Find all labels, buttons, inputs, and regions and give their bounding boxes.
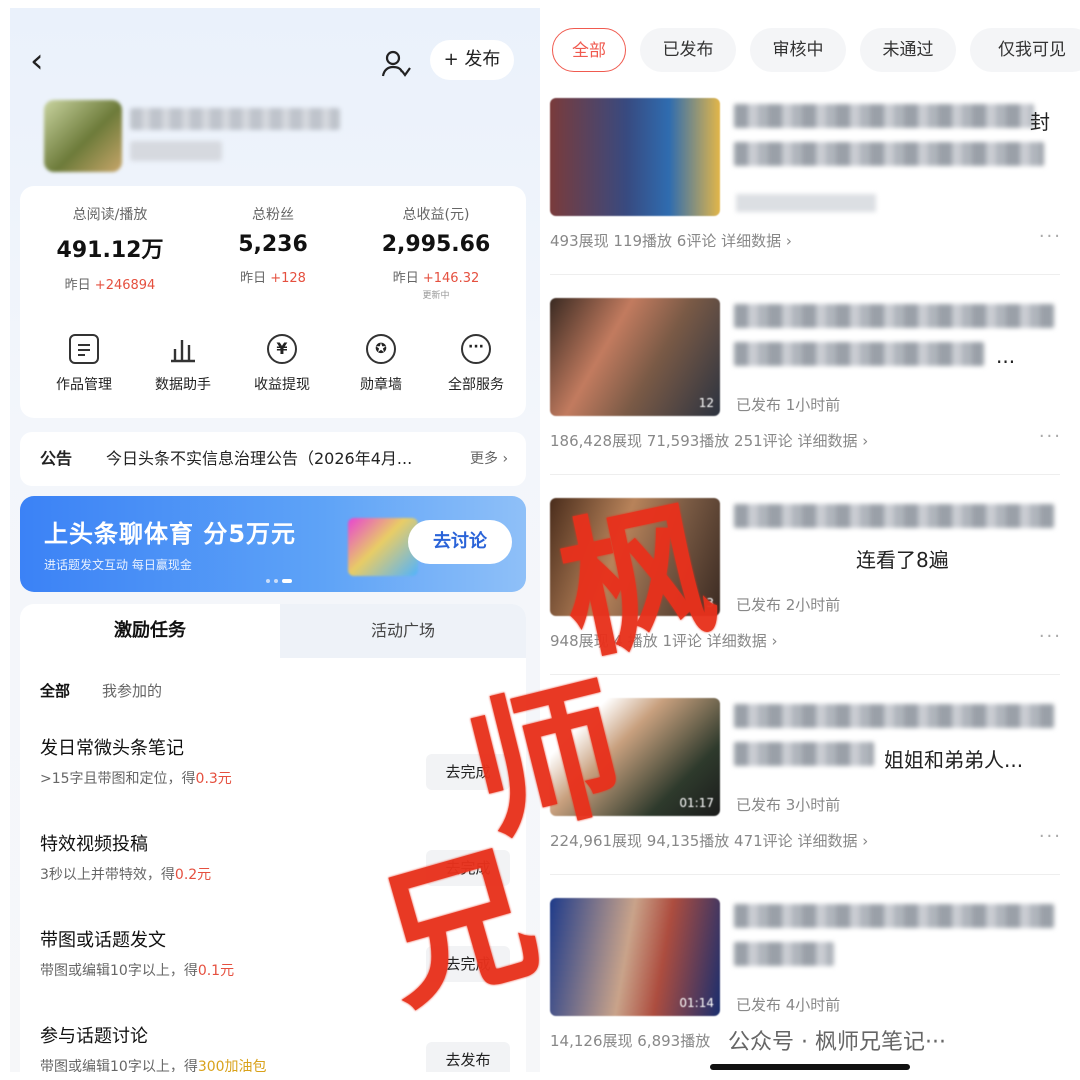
work-thumbnail[interactable]: 01:14 [550,898,720,1016]
user-id-blurred [130,141,222,161]
user-settings-icon[interactable] [378,46,414,82]
menu-data-assistant[interactable]: 数据助手 [133,334,233,394]
stat-total-reads[interactable]: 总阅读/播放 491.12万 昨日 +246894 [30,204,190,293]
work-title-blurred: ... [734,304,1059,368]
work-status: 已发布 4小时前 [736,996,841,1014]
menu-label: 收益提现 [254,377,310,393]
tab-rejected[interactable]: 未通过 [860,28,956,72]
carousel-dots [266,579,292,583]
yuan-icon: ¥ [267,334,297,364]
watermark-text: 公众号 · 枫师兄笔记··· [728,1030,946,1055]
tab-incentive-tasks[interactable]: 激励任务 [20,604,280,658]
avatar[interactable] [44,100,122,172]
stat-label: 总粉丝 [252,207,294,223]
video-duration: 01:17 [679,796,714,810]
video-duration: 01:14 [679,996,714,1010]
stat-total-fans[interactable]: 总粉丝 5,236 昨日 +128 [193,204,353,286]
task-item: 发日常微头条笔记 >15字且带图和定位，得0.3元 去完成 [40,734,510,790]
work-thumbnail[interactable]: 12 [550,298,720,416]
stat-label: 总收益(元) [402,207,470,223]
task-action-button[interactable]: 去发布 [426,1042,510,1072]
work-status-blurred [736,194,876,212]
announcement-text: 今日头条不实信息治理公告（2026年4月... [106,449,413,468]
work-metrics[interactable]: 493展现 119播放 6评论 详细数据 › [550,230,1050,251]
stats-card: 总阅读/播放 491.12万 昨日 +246894 总粉丝 5,236 昨日 +… [20,186,526,418]
status-filter-tabs: 全部 已发布 审核中 未通过 仅我可见 [548,28,1080,74]
stat-value: 491.12万 [56,238,164,263]
stat-label: 总阅读/播放 [72,207,148,223]
filter-all[interactable]: 全部 [40,680,70,701]
divider [550,874,1060,875]
stat-delta: 昨日 +146.32 [392,271,480,286]
stat-value: 5,236 [238,232,308,257]
top-bar: ‹ + 发布 [10,8,540,108]
banner-discuss-button[interactable]: 去讨论 [408,520,512,564]
divider [550,274,1060,275]
announcement-more-link[interactable]: 更多 › [470,432,508,486]
work-title-blurred: 封 [734,104,1059,168]
publish-button[interactable]: + 发布 [430,40,514,80]
work-status: 已发布 1小时前 [736,396,841,414]
more-icon[interactable]: ··· [1039,426,1062,447]
work-status: 已发布 2小时前 [736,596,841,614]
stat-total-income[interactable]: 总收益(元) 2,995.66 昨日 +146.32 更新中 [356,204,516,301]
menu-works-management[interactable]: 作品管理 [34,334,134,394]
work-metrics[interactable]: 186,428展现 71,593播放 251评论 详细数据 › [550,430,1050,451]
announcement-key: 公告 [40,449,73,468]
banner-headline: 上头条聊体育 分5万元 [44,520,297,548]
more-icon[interactable]: ··· [1039,826,1062,847]
medal-icon: ✪ [366,334,396,364]
stat-delta: 昨日 +128 [240,271,306,286]
work-thumbnail[interactable] [550,98,720,216]
more-icon[interactable]: ··· [1039,626,1062,647]
tab-all[interactable]: 全部 [552,28,626,72]
tab-reviewing[interactable]: 审核中 [750,28,846,72]
more-icon[interactable]: ··· [1039,226,1062,247]
bar-chart-icon [168,334,198,364]
filter-joined[interactable]: 我参加的 [102,680,162,701]
menu-income-withdraw[interactable]: ¥ 收益提现 [232,334,332,394]
menu-label: 数据助手 [155,377,211,393]
announcement-bar[interactable]: 公告 今日头条不实信息治理公告（2026年4月... 更多 › [20,432,526,486]
menu-label: 勋章墙 [360,377,402,393]
stat-update-note: 更新中 [422,291,450,301]
document-icon [69,334,99,364]
work-title-blurred: 姐姐和弟弟人... [734,704,1059,772]
banner-image [348,518,418,576]
menu-label: 作品管理 [56,377,112,393]
video-duration: 12 [698,396,714,410]
home-indicator [710,1064,910,1070]
menu-medal-wall[interactable]: ✪ 勋章墙 [331,334,431,394]
menu-all-services[interactable]: ··· 全部服务 [426,334,526,394]
banner-subline: 进话题发文互动 每日赢现金 [44,558,192,572]
back-button[interactable]: ‹ [30,44,56,78]
tab-published[interactable]: 已发布 [640,28,736,72]
promo-banner[interactable]: 上头条聊体育 分5万元 进话题发文互动 每日赢现金 去讨论 [20,496,526,592]
work-item[interactable]: 封 493展现 119播放 6评论 详细数据 › ··· [548,98,1080,298]
more-icon: ··· [461,334,491,364]
tab-private[interactable]: 仅我可见 [970,28,1080,72]
stat-delta: 昨日 +246894 [64,278,156,293]
username-blurred [130,108,340,130]
stat-value: 2,995.66 [381,232,491,257]
work-title-blurred [734,904,1059,968]
work-title-blurred: 连看了8遍 [734,504,1059,572]
work-status: 已发布 3小时前 [736,796,841,814]
menu-label: 全部服务 [448,377,504,393]
